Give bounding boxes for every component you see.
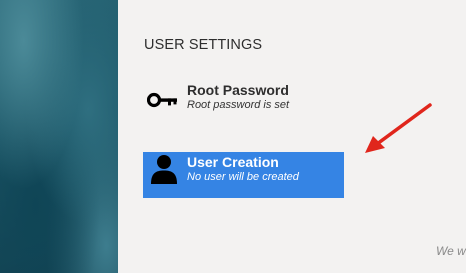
- main-content: USER SETTINGS Root Password Root passwor…: [118, 0, 466, 273]
- section-title: USER SETTINGS: [144, 37, 263, 53]
- user-creation-status: No user will be created: [187, 171, 299, 183]
- user-creation-spoke[interactable]: User Creation No user will be created: [143, 152, 344, 198]
- root-password-spoke[interactable]: Root Password Root password is set: [146, 80, 346, 116]
- user-creation-title: User Creation: [187, 154, 279, 170]
- key-icon: [146, 84, 180, 116]
- red-arrow-annotation: [365, 103, 432, 153]
- root-password-status: Root password is set: [187, 99, 290, 111]
- sidebar-background: [0, 0, 118, 273]
- user-icon: [147, 153, 181, 185]
- footer-text: We w: [436, 244, 466, 258]
- root-password-title: Root Password: [187, 82, 289, 98]
